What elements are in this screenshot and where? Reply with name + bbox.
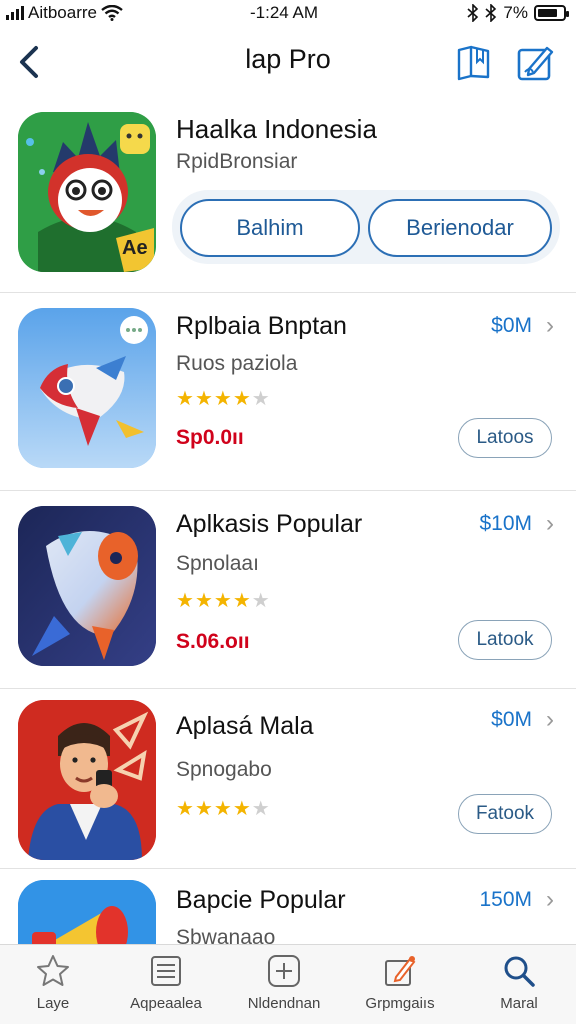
star-filled-icon: ★ bbox=[232, 798, 252, 820]
svg-text:Ae: Ae bbox=[122, 237, 148, 259]
tab-bar: Laye Aqpeaalea Nldendnan Grpmgaiıs Maral bbox=[0, 944, 576, 1024]
tab-label: Nldendnan bbox=[247, 995, 321, 1012]
app-subtitle: Sbwanaao bbox=[176, 926, 276, 944]
tab-label: Aqpeaalea bbox=[130, 995, 202, 1012]
list-item[interactable]: Rplbaia Bnptan Ruos paziola ★★★★★ Sp0.0ı… bbox=[0, 308, 576, 478]
status-left: Aitboarre bbox=[6, 3, 123, 23]
star-filled-icon: ★ bbox=[194, 590, 214, 612]
star-filled-icon: ★ bbox=[194, 798, 214, 820]
rating-stars: ★★★★★ bbox=[176, 796, 271, 821]
list-item[interactable]: Aplasá Mala Spnogabo ★★★★★ $0M › Fatook bbox=[0, 700, 576, 868]
app-name: Aplasá Mala bbox=[176, 712, 314, 740]
battery-percent: 7% bbox=[503, 3, 528, 22]
star-empty-icon: ★ bbox=[251, 798, 271, 820]
plus-box-icon bbox=[268, 955, 300, 987]
app-subtitle: Spnogabo bbox=[176, 758, 272, 781]
battery-icon bbox=[534, 5, 569, 21]
app-size: 150M bbox=[479, 888, 532, 911]
edit-icon[interactable] bbox=[516, 42, 556, 82]
app-size: $10M bbox=[479, 512, 532, 535]
star-empty-icon: ★ bbox=[251, 388, 271, 410]
rating-stars: ★★★★★ bbox=[176, 588, 271, 613]
status-right: 7% bbox=[467, 3, 569, 23]
divider bbox=[0, 292, 576, 293]
divider bbox=[0, 490, 576, 491]
signal-icon bbox=[6, 6, 24, 20]
app-name: Aplkasis Popular bbox=[176, 510, 363, 538]
tab-aqpeaalea[interactable]: Aqpeaalea bbox=[111, 953, 221, 1012]
star-filled-icon: ★ bbox=[194, 388, 214, 410]
app-price: Sp0.0ıı bbox=[176, 426, 244, 449]
tab-laye[interactable]: Laye bbox=[0, 953, 108, 1012]
list-item[interactable]: Bapcie Popular Sbwanaao 150M › bbox=[0, 880, 576, 944]
app-name: Haalka Indonesia bbox=[176, 114, 377, 144]
featured-app: Ae Haalka Indonesia RpidBronsiar Balhim … bbox=[0, 110, 576, 280]
mascot-icon: Ae bbox=[18, 112, 156, 272]
button-group: Balhim Berienodar bbox=[172, 190, 560, 264]
tab-label: Laye bbox=[36, 995, 70, 1012]
primary-button[interactable]: Balhim bbox=[180, 199, 360, 257]
app-size: $0M bbox=[491, 708, 532, 731]
star-filled-icon: ★ bbox=[176, 388, 195, 410]
list-icon bbox=[151, 956, 181, 986]
bookmark-book-icon[interactable] bbox=[454, 42, 494, 82]
app-subtitle: RpidBronsiar bbox=[176, 150, 298, 173]
app-name: Rplbaia Bnptan bbox=[176, 312, 347, 340]
bluetooth-icon bbox=[467, 4, 479, 22]
chevron-right-icon: › bbox=[546, 886, 554, 913]
chevron-right-icon: › bbox=[546, 706, 554, 733]
tab-label: Maral bbox=[500, 995, 538, 1012]
star-filled-icon: ★ bbox=[213, 590, 233, 612]
edit-icon bbox=[385, 956, 416, 986]
secondary-button[interactable]: Berienodar bbox=[368, 199, 552, 257]
wifi-icon bbox=[101, 5, 123, 21]
divider bbox=[0, 868, 576, 869]
star-empty-icon: ★ bbox=[251, 590, 271, 612]
action-button[interactable]: Latook bbox=[458, 620, 552, 660]
status-bar: Aitboarre -1:24 AM 7% bbox=[0, 0, 576, 28]
tab-label: Grpmgaiıs bbox=[365, 995, 435, 1012]
star-filled-icon: ★ bbox=[232, 590, 252, 612]
tab-nldendnan[interactable]: Nldendnan bbox=[229, 953, 339, 1012]
rating-stars: ★★★★★ bbox=[176, 386, 271, 411]
list-item[interactable]: Aplkasis Popular Spnolaaı ★★★★★ S.06.oıı… bbox=[0, 506, 576, 676]
star-filled-icon: ★ bbox=[176, 798, 195, 820]
action-button[interactable]: Fatook bbox=[458, 794, 552, 834]
person-phone-icon bbox=[18, 700, 156, 860]
rocket-icon bbox=[18, 308, 156, 468]
tab-maral[interactable]: Maral bbox=[464, 953, 574, 1012]
clock: -1:24 AM bbox=[250, 3, 319, 22]
star-filled-icon: ★ bbox=[213, 388, 233, 410]
chevron-right-icon: › bbox=[546, 510, 554, 537]
divider bbox=[0, 688, 576, 689]
carrier-label: Aitboarre bbox=[28, 3, 97, 22]
star-filled-icon: ★ bbox=[213, 798, 233, 820]
star-icon bbox=[37, 955, 69, 986]
megaphone-icon bbox=[18, 880, 156, 944]
star-filled-icon: ★ bbox=[232, 388, 252, 410]
chevron-right-icon: › bbox=[546, 312, 554, 339]
tab-grpmgaiis[interactable]: Grpmgaiıs bbox=[345, 953, 455, 1012]
star-filled-icon: ★ bbox=[176, 590, 195, 612]
app-subtitle: Ruos paziola bbox=[176, 352, 298, 375]
app-name: Bapcie Popular bbox=[176, 886, 346, 914]
bluetooth-icon bbox=[485, 4, 497, 22]
app-icon-featured[interactable]: Ae bbox=[18, 112, 156, 272]
app-size: $0M bbox=[491, 314, 532, 337]
search-icon bbox=[504, 956, 535, 987]
nav-bar: lap Pro bbox=[0, 36, 576, 88]
app-subtitle: Spnolaaı bbox=[176, 552, 259, 575]
action-button[interactable]: Latoos bbox=[458, 418, 552, 458]
rocket-icon bbox=[18, 506, 156, 666]
app-price: S.06.oıı bbox=[176, 630, 250, 653]
